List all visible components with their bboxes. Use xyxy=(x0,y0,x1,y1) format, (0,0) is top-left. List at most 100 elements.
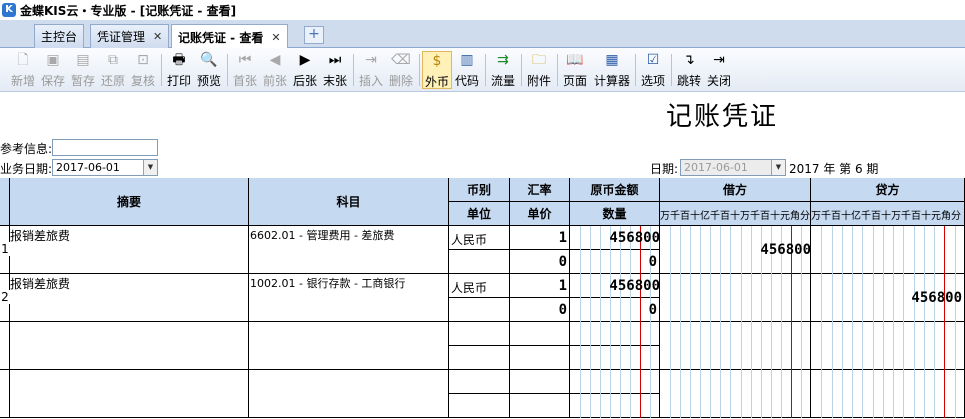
summary-text: 报销差旅费 xyxy=(10,229,71,243)
unit-cell[interactable] xyxy=(449,346,510,370)
attachment-button[interactable]: 🗀 附件 xyxy=(524,51,554,89)
calculator-button[interactable]: ▦ 计算器 xyxy=(594,51,630,89)
first-button[interactable]: ⏮ 首张 xyxy=(230,51,260,89)
temp-save-icon: ▤ xyxy=(76,52,90,68)
quantity-cell[interactable] xyxy=(570,394,660,418)
summary-cell[interactable] xyxy=(10,370,249,418)
page-icon: 📖 xyxy=(566,52,584,68)
last-button[interactable]: ⏭ 末张 xyxy=(320,51,350,89)
date-value: 2017-06-01 xyxy=(684,161,748,174)
digit-divider xyxy=(741,226,742,418)
unit-cell[interactable] xyxy=(449,250,510,274)
foreign-currency-button[interactable]: $ 外币 xyxy=(422,51,452,89)
page-button[interactable]: 📖 页面 xyxy=(560,51,590,89)
toolbar: 🗋 新增 ▣ 保存 ▤ 暂存 ⧉ 还原 ⊡ 复核 🖶 打印 🔍 预览 ⏮ 首张 ◀ 前张 ▶ 后张 … xyxy=(0,48,965,92)
jump-button[interactable]: ↴ 跳转 xyxy=(674,51,704,89)
digit-labels: 万千百十亿千百十万千百十元角分 xyxy=(811,211,961,222)
close-button[interactable]: ⇥ 关闭 xyxy=(704,51,734,89)
add-tab-button[interactable]: + xyxy=(304,26,324,44)
toolbar-separator xyxy=(485,54,486,86)
quantity-cell[interactable] xyxy=(570,346,660,370)
review-button[interactable]: ⊡ 复核 xyxy=(128,51,158,89)
cash-flow-button[interactable]: ⇉ 流量 xyxy=(488,51,518,89)
business-date-input[interactable]: 2017-06-01 ▼ xyxy=(52,159,158,176)
digit-divider xyxy=(924,226,925,418)
insert-button[interactable]: ⇥ 插入 xyxy=(356,51,386,89)
original-amount-cell[interactable] xyxy=(570,322,660,346)
chevron-down-icon[interactable]: ▼ xyxy=(143,160,157,175)
restore-button[interactable]: ⧉ 还原 xyxy=(98,51,128,89)
credit-cell[interactable] xyxy=(811,226,965,274)
row-number-header xyxy=(0,178,10,226)
reference-input[interactable] xyxy=(52,139,158,156)
digit-divider xyxy=(630,226,631,418)
digit-divider xyxy=(842,226,843,418)
rate-header: 汇率 xyxy=(510,178,570,202)
original-amount-header: 原币金额 xyxy=(570,178,660,202)
quantity-value: 0 xyxy=(648,302,657,318)
code-button[interactable]: ▥ 代码 xyxy=(452,51,482,89)
options-button[interactable]: ☑ 选项 xyxy=(638,51,668,89)
digit-divider xyxy=(832,226,833,418)
account-cell[interactable] xyxy=(249,322,449,370)
debit-cell[interactable] xyxy=(660,370,811,418)
title-bar: K 金蝶KIS云・专业版 - [记账凭证 - 查看] xyxy=(0,0,965,20)
toolbar-separator xyxy=(227,54,228,86)
summary-text: 报销差旅费 xyxy=(10,277,71,291)
quantity-cell[interactable] xyxy=(570,250,660,274)
business-date-label: 业务日期: xyxy=(0,162,53,176)
delete-button[interactable]: ⌫ 删除 xyxy=(386,51,416,89)
toolbar-separator xyxy=(419,54,420,86)
close-icon[interactable]: ✕ xyxy=(271,31,280,44)
unit-price-cell[interactable] xyxy=(510,394,570,418)
digit-labels: 万千百十亿千百十万千百十元角分 xyxy=(660,211,810,222)
tab-voucher-management[interactable]: 凭证管理 ✕ xyxy=(90,24,170,48)
save-icon: ▣ xyxy=(46,52,60,68)
toolbar-separator xyxy=(671,54,672,86)
row-number-cell xyxy=(0,370,10,418)
preview-button[interactable]: 🔍 预览 xyxy=(194,51,224,89)
digit-divider xyxy=(934,226,935,418)
prev-button[interactable]: ◀ 前张 xyxy=(260,51,290,89)
digit-divider xyxy=(914,226,915,418)
save-button[interactable]: ▣ 保存 xyxy=(38,51,68,89)
summary-cell[interactable] xyxy=(10,322,249,370)
digit-divider xyxy=(720,226,721,418)
rate-cell[interactable] xyxy=(510,322,570,346)
calculator-icon: ▦ xyxy=(605,52,619,68)
credit-cell[interactable] xyxy=(811,322,965,370)
credit-cell[interactable] xyxy=(811,370,965,418)
voucher-grid: 摘要 科目 币别 单位 汇率 单价 原币金额 数量 借方 万千百十亿千百十万千百… xyxy=(0,178,965,419)
tab-main-console[interactable]: 主控台 xyxy=(34,24,85,48)
account-cell[interactable] xyxy=(249,370,449,418)
new-button[interactable]: 🗋 新增 xyxy=(8,51,38,89)
unit-price-cell[interactable] xyxy=(510,346,570,370)
currency-cell[interactable] xyxy=(449,322,510,346)
row-number: 1 xyxy=(0,242,10,256)
debit-cell[interactable] xyxy=(660,274,811,322)
currency-cell[interactable] xyxy=(449,370,510,394)
review-icon: ⊡ xyxy=(137,52,149,68)
account-header: 科目 xyxy=(249,178,449,226)
tab-voucher-view[interactable]: 记账凭证 - 查看 ✕ xyxy=(171,24,288,49)
unit-cell[interactable] xyxy=(449,298,510,322)
unit-cell[interactable] xyxy=(449,394,510,418)
toolbar-separator xyxy=(161,54,162,86)
credit-amount: 456800 xyxy=(911,290,962,306)
close-icon[interactable]: ✕ xyxy=(153,30,162,43)
temp-save-button[interactable]: ▤ 暂存 xyxy=(68,51,98,89)
next-button[interactable]: ▶ 后张 xyxy=(290,51,320,89)
currency-header: 币别 xyxy=(449,178,510,202)
delete-icon: ⌫ xyxy=(391,52,411,68)
rate-value: 1 xyxy=(558,278,567,294)
quantity-cell[interactable] xyxy=(570,298,660,322)
digit-divider xyxy=(852,226,853,418)
digit-divider xyxy=(751,226,752,418)
unit-price-value: 0 xyxy=(558,254,567,270)
date-label: 日期: xyxy=(650,162,679,176)
print-button[interactable]: 🖶 打印 xyxy=(164,51,194,89)
debit-cell[interactable] xyxy=(660,322,811,370)
insert-icon: ⇥ xyxy=(365,52,377,68)
rate-cell[interactable] xyxy=(510,370,570,394)
original-amount-cell[interactable] xyxy=(570,370,660,394)
